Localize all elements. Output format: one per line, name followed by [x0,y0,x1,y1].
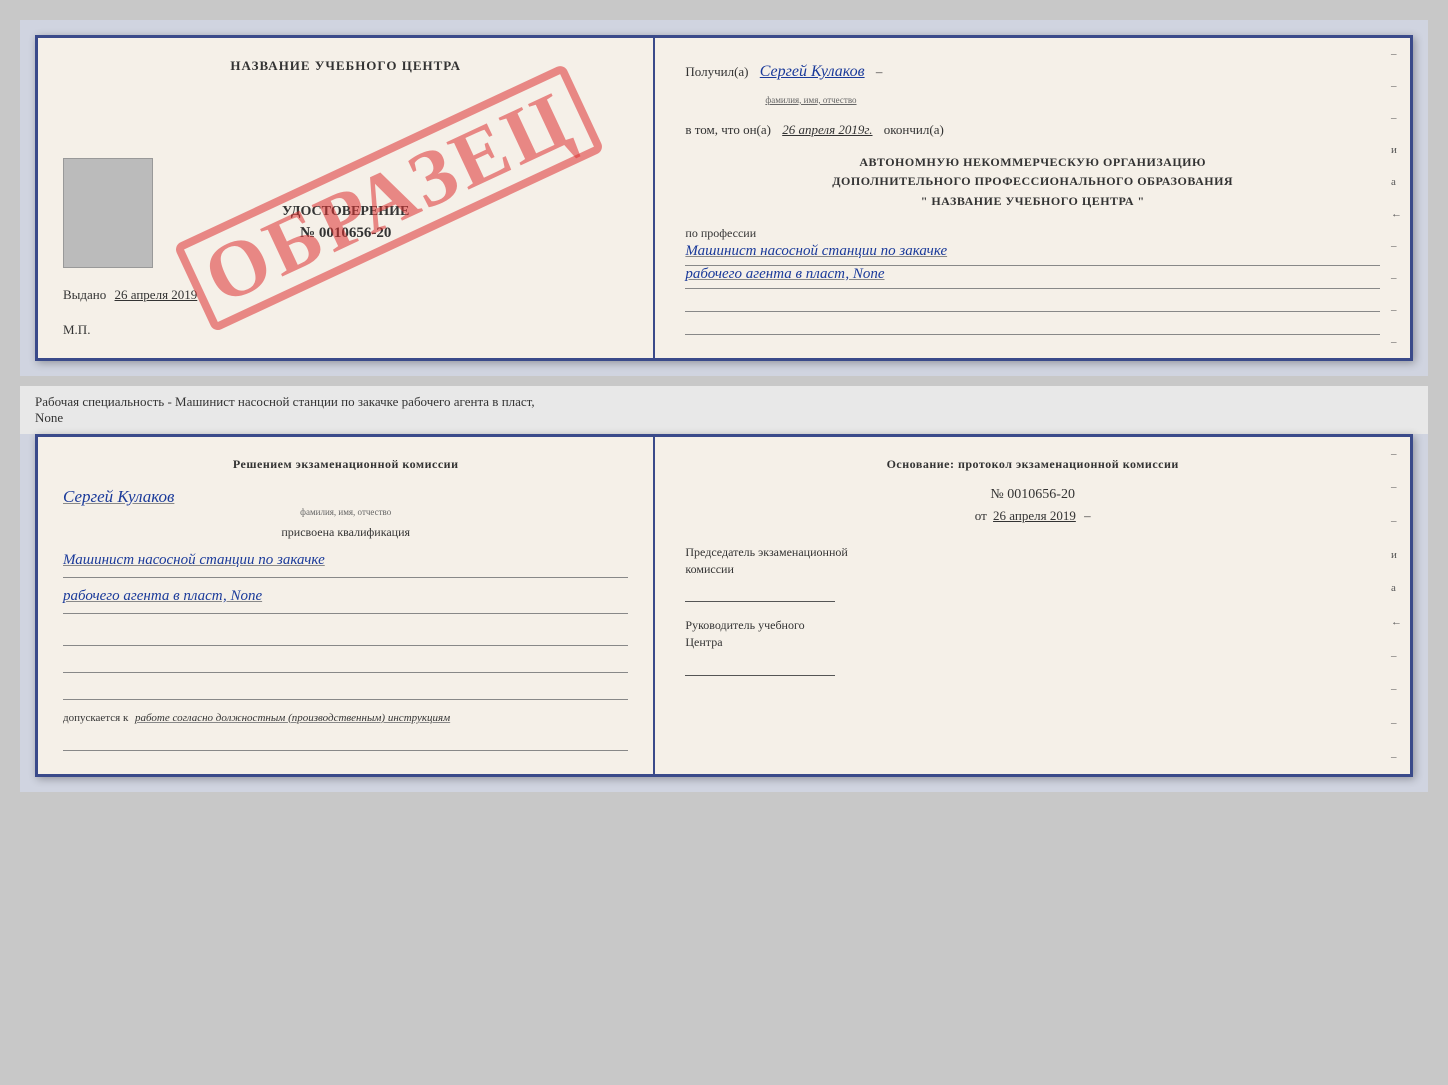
empty-dash-line2 [685,315,1380,335]
blank-line2 [63,649,628,673]
qual-line2-block: рабочего агента в пласт, None [63,581,628,614]
separator-text: Рабочая специальность - Машинист насосно… [35,394,535,409]
issued-label: Выдано [63,287,106,302]
date-prefix: в том, что он(а) [685,122,771,137]
chairman-signature-line [685,582,835,602]
top-certificate: НАЗВАНИЕ УЧЕБНОГО ЦЕНТРА УДОСТОВЕРЕНИЕ №… [35,35,1413,361]
chairman-label2: комиссии [685,562,734,576]
side-dashes-bottom: – – – и а ← – – – – [1391,437,1402,774]
admitted-value: работе согласно должностным (производств… [135,712,450,724]
basis-title: Основание: протокол экзаменационной коми… [685,457,1380,472]
bottom-person-name: Сергей Кулаков [63,487,174,506]
bottom-document-container: Решением экзаменационной комиссии Сергей… [20,434,1428,792]
blank-line4 [63,727,628,751]
commission-title: Решением экзаменационной комиссии [63,457,628,472]
protocol-number: № 0010656-20 [685,487,1380,503]
photo-placeholder [63,158,153,268]
name-subtitle-top: фамилия, имя, отчество [765,95,856,105]
leader-label2: Центра [685,635,722,649]
date-line: в том, что он(а) 26 апреля 2019г. окончи… [685,122,1380,138]
chairman-label1: Председатель экзаменационной [685,545,847,559]
org-block: АВТОНОМНУЮ НЕКОММЕРЧЕСКУЮ ОРГАНИЗАЦИЮ ДО… [685,153,1380,211]
issued-date-value: 26 апреля 2019 [115,287,198,302]
top-document-container: НАЗВАНИЕ УЧЕБНОГО ЦЕНТРА УДОСТОВЕРЕНИЕ №… [20,20,1428,376]
profession-dash-line2: рабочего агента в пласт, None [685,269,1380,289]
mp-label: М.П. [63,322,90,338]
side-dashes-top: – – – и а ← – – – – [1391,38,1402,358]
protocol-date: от 26 апреля 2019 – [685,508,1380,524]
org-line3: " НАЗВАНИЕ УЧЕБНОГО ЦЕНТРА " [685,192,1380,211]
qualification-line2: рабочего агента в пласт, None [63,581,628,611]
chairman-label: Председатель экзаменационной комиссии [685,544,1380,578]
leader-label: Руководитель учебного Центра [685,617,1380,651]
issued-date-block: Выдано 26 апреля 2019 [63,287,628,303]
bottom-right-panel: – – – и а ← – – – – Основание: протокол … [655,437,1410,774]
leader-signature-line [685,656,835,676]
admitted-prefix: допускается к [63,712,128,724]
separator-block: Рабочая специальность - Машинист насосно… [20,386,1428,434]
bottom-certificate: Решением экзаменационной комиссии Сергей… [35,434,1413,777]
blank-line3 [63,676,628,700]
blank-line1 [63,622,628,646]
org-line2: ДОПОЛНИТЕЛЬНОГО ПРОФЕССИОНАЛЬНОГО ОБРАЗО… [685,172,1380,191]
received-name: Сергей Кулаков [760,63,865,80]
bottom-person-block: Сергей Кулаков фамилия, имя, отчество [63,487,628,517]
received-line: Получил(а) Сергей Кулаков – фамилия, имя… [685,58,1380,110]
top-school-name: НАЗВАНИЕ УЧЕБНОГО ЦЕНТРА [63,58,628,74]
protocol-date-value: 26 апреля 2019 [993,508,1076,523]
profession-line2: рабочего агента в пласт, None [685,261,884,288]
qualification-line1: Машинист насосной станции по закачке [63,545,628,575]
empty-dash-line [685,292,1380,312]
received-prefix: Получил(а) [685,64,748,79]
top-left-panel: НАЗВАНИЕ УЧЕБНОГО ЦЕНТРА УДОСТОВЕРЕНИЕ №… [38,38,655,358]
date-value: 26 апреля 2019г. [782,122,872,137]
bottom-name-subtitle: фамилия, имя, отчество [63,507,628,517]
top-right-panel: – – – и а ← – – – – Получил(а) Сергей Ку… [655,38,1410,358]
admitted-block: допускается к работе согласно должностны… [63,712,628,724]
org-line1: АВТОНОМНУЮ НЕКОММЕРЧЕСКУЮ ОРГАНИЗАЦИЮ [685,153,1380,172]
separator-text2: None [35,410,63,425]
qualification-assigned-label: присвоена квалификация [63,525,628,540]
protocol-number-value: № 0010656-20 [990,487,1075,502]
qual-line1-block: Машинист насосной станции по закачке [63,545,628,578]
leader-label1: Руководитель учебного [685,618,804,632]
protocol-date-prefix: от [975,508,987,523]
date-suffix: окончил(а) [884,122,944,137]
bottom-left-panel: Решением экзаменационной комиссии Сергей… [38,437,655,774]
